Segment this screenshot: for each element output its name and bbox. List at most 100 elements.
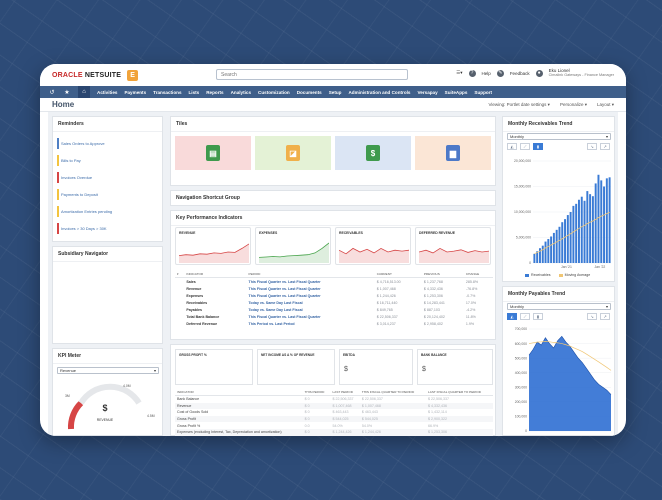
financial-value: $ 4,332,436 [426,402,493,410]
receivables-bar[interactable] [566,215,569,263]
financial-card[interactable]: NET INCOME AS A % OF REVENUE [257,349,335,385]
receivables-bar[interactable] [561,222,564,263]
receivables-bar[interactable] [552,232,555,263]
personalize-menu[interactable]: Personalize ▾ [560,102,587,108]
nav-lists[interactable]: Lists [189,90,200,95]
trend-flat-icon[interactable]: ↗ [600,313,610,320]
oracle-word: ORACLE [52,71,83,79]
financial-card[interactable]: GROSS PROFIT % [175,349,253,385]
help-icon[interactable]: ? [468,69,476,77]
gauge-max-label: 4.5M [147,414,155,418]
nav-suiteapps[interactable]: SuiteApps [445,90,468,95]
nav-activities[interactable]: Activities [97,90,117,95]
recent-records-icon[interactable]: ☰▾ [456,70,462,76]
bar-chart-icon[interactable]: ▮ [533,143,543,150]
kpi-period-link[interactable]: This Fiscal Quarter vs. Last Fiscal Quar… [247,292,375,299]
receivables-bar[interactable] [586,191,589,263]
reminder-item[interactable]: Sales Orders to Approve [53,135,162,152]
area-chart-icon[interactable]: ◭ [507,313,517,320]
user-menu[interactable]: Eku Lionel Cimalink Gateways - Finance M… [549,68,614,78]
kpi-period-link[interactable]: Today vs. Same Day Last Fiscal [247,299,375,306]
financial-value: $ 0 [302,402,331,410]
nav-support[interactable]: Support [474,90,492,95]
receivables-bar[interactable] [605,178,608,263]
kpi-period-link[interactable]: This Fiscal Quarter vs. Last Fiscal Quar… [247,313,375,320]
area-chart-icon[interactable]: ◭ [507,143,517,150]
kpi-meter-select[interactable]: Revenue [57,367,159,374]
bar-chart-icon[interactable]: ▮ [533,313,543,320]
receivables-bar[interactable] [589,194,592,263]
receivables-bar[interactable] [583,200,586,263]
home-icon[interactable]: ⌂ [78,86,90,98]
nav-setup[interactable]: Setup [329,90,342,95]
receivables-bar[interactable] [544,241,547,263]
star-icon[interactable]: ★ [63,89,71,96]
global-search-input[interactable] [216,69,408,80]
receivables-bar[interactable] [603,186,606,264]
reminder-item[interactable]: Bills to Pay [53,152,162,169]
receivables-bar[interactable] [550,236,553,263]
receivables-bar[interactable] [591,196,594,263]
receivables-bar[interactable] [547,239,550,263]
receivables-bar[interactable] [558,226,561,263]
tile-2[interactable]: ◪ [255,136,331,170]
feedback-link[interactable]: Feedback [510,71,530,76]
tile-3[interactable]: $ [335,136,411,170]
receivables-bar[interactable] [600,180,603,263]
financial-card[interactable]: BANK BALANCE $ [417,349,493,385]
receivables-bar[interactable] [594,183,597,263]
receivables-period-select[interactable]: Monthly [507,133,611,140]
receivables-bar[interactable] [577,199,580,263]
nav-customization[interactable]: Customization [258,90,290,95]
payables-area[interactable] [529,336,611,431]
user-avatar-icon[interactable]: ● [535,69,543,77]
kpi-card[interactable]: EXPENSES [255,227,331,265]
nav-administration[interactable]: Administration and Controls [348,90,410,95]
oracle-netsuite-logo[interactable]: ORACLE NETSUITE [52,72,121,79]
line-chart-icon[interactable]: ⟋ [520,313,530,320]
tile-4[interactable]: ▆ [415,136,491,170]
kpi-card[interactable]: DEFERRED REVENUE [415,227,491,265]
receivables-bar[interactable] [533,253,536,263]
reminder-item[interactable]: Invoices > 30 Days > 30K [53,220,162,237]
kpi-card[interactable]: RECEIVABLES [335,227,411,265]
nav-reports[interactable]: Reports [206,90,223,95]
kpi-period-link[interactable]: This Period vs. Last Period [247,320,375,327]
trend-flat-icon[interactable]: ↗ [600,143,610,150]
nav-documents[interactable]: Documents [297,90,322,95]
nav-payments[interactable]: Payments [124,90,146,95]
kpi-indicator: Deferred Revenue [186,321,218,326]
receivables-bar[interactable] [580,196,583,263]
top-bar: ORACLE NETSUITE E ☰▾ ? Help ✎ Feedback ●… [40,64,626,86]
payables-chart: 700,000 600,000 500,000 400,000 300,000 200,0… [515,327,612,433]
receivables-bar[interactable] [608,177,611,263]
receivables-bar[interactable] [597,174,600,263]
payables-period-select[interactable]: Monthly [507,303,611,310]
receivables-bar[interactable] [555,229,558,263]
portlet-date-settings[interactable]: Viewing: Portlet date settings ▾ [488,102,549,108]
reminder-item[interactable]: Invoices Overdue [53,169,162,186]
trend-down-icon[interactable]: ↘ [587,143,597,150]
layout-menu[interactable]: Layout ▾ [597,102,614,108]
recent-icon[interactable]: ↺ [48,89,56,96]
reminder-item[interactable]: Amortization Entries pending [53,203,162,220]
kpi-card[interactable]: REVENUE [175,227,251,265]
receivables-bar[interactable] [541,245,544,263]
reminder-item[interactable]: Payments to Deposit [53,186,162,203]
trend-down-icon[interactable]: ↘ [587,313,597,320]
line-chart-icon[interactable]: ⟋ [520,143,530,150]
receivables-bar[interactable] [575,203,578,263]
nav-transactions[interactable]: Transactions [153,90,181,95]
tile-1[interactable]: ▤ [175,136,251,170]
receivables-bar[interactable] [569,212,572,263]
kpi-period-link[interactable]: Today vs. Same Day Last Fiscal [247,306,375,313]
kpi-period-link[interactable]: This Fiscal Quarter vs. Last Fiscal Quar… [247,278,375,286]
receivables-bar[interactable] [564,219,567,263]
feedback-icon[interactable]: ✎ [496,69,504,77]
help-link[interactable]: Help [482,71,491,76]
receivables-bar[interactable] [572,205,575,263]
financial-card[interactable]: EBITDA $ [339,349,413,385]
nav-versapay[interactable]: Versapay [417,90,437,95]
nav-analytics[interactable]: Analytics [231,90,251,95]
kpi-period-link[interactable]: This Fiscal Quarter vs. Last Fiscal Quar… [247,285,375,292]
